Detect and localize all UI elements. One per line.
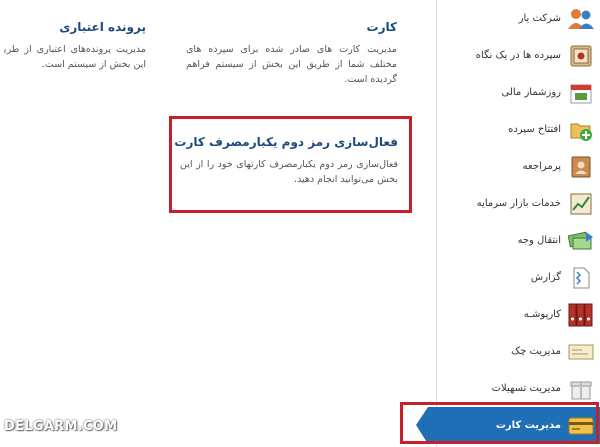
watermark: DELGARM.COM (4, 419, 118, 434)
credit-file-section: پرونده اعتباری مدیریت پرونده‌های اعتباری… (4, 20, 146, 72)
sidebar-item-label: سپرده ها در یک نگاه (475, 50, 561, 61)
safe-icon (567, 42, 594, 69)
card-section-desc: مدیریت کارت های صادر شده برای سپرده های … (186, 44, 397, 85)
sidebar-item-deposits-overview[interactable]: سپرده ها در یک نگاه (436, 37, 600, 74)
sidebar-item-company-yar[interactable]: شرکت یار (436, 0, 600, 37)
sidebar-item-label: روزشمار مالی (501, 87, 562, 98)
sidebar-item-financial-calendar[interactable]: روزشمار مالی (436, 74, 600, 111)
sidebar: شرکت یار سپرده ها در یک نگاه روزشمار مال… (416, 0, 600, 447)
sidebar-item-open-deposit[interactable]: افتتاح سپرده (436, 111, 600, 148)
sidebar-item-portfolio[interactable]: کارپوشـه (436, 296, 600, 333)
sidebar-item-label: کارپوشـه (523, 309, 561, 320)
otp-highlight-frame (169, 116, 412, 213)
sidebar-item-label: افتتاح سپرده (508, 124, 561, 135)
credit-file-desc: مدیریت پرونده‌های اعتباری از طریق این بخ… (4, 44, 146, 70)
check-icon (567, 338, 594, 365)
contact-card-icon (567, 153, 594, 180)
sidebar-item-label: مدیریت چک (511, 346, 561, 357)
sidebar-item-label: شرکت یار (518, 13, 561, 24)
credit-file-title[interactable]: پرونده اعتباری (4, 20, 146, 34)
sidebar-item-money-transfer[interactable]: انتقال وجه (436, 222, 600, 259)
sidebar-item-capital-market[interactable]: خدمات بازار سرمایه (436, 185, 600, 222)
gift-box-icon (567, 375, 594, 402)
stock-chart-icon (567, 190, 594, 217)
sidebar-item-report[interactable]: گزارش (436, 259, 600, 296)
binders-icon (567, 301, 594, 328)
sidebar-item-label: انتقال وجه (517, 235, 561, 246)
money-transfer-icon (567, 227, 594, 254)
sidebar-item-label: گزارش (530, 272, 561, 283)
calendar-icon (567, 79, 594, 106)
card-section: کارت مدیریت کارت های صادر شده برای سپرده… (186, 20, 397, 87)
sidebar-item-label: پرمراجعه (522, 161, 561, 172)
sidebar-item-label: مدیریت تسهیلات (491, 383, 561, 394)
users-icon (567, 5, 594, 32)
add-folder-icon (567, 116, 594, 143)
sidebar-item-frequent[interactable]: پرمراجعه (436, 148, 600, 185)
card-management-highlight-frame (400, 402, 599, 444)
card-section-title[interactable]: کارت (186, 20, 397, 34)
sidebar-item-label: خدمات بازار سرمایه (476, 198, 561, 209)
sidebar-item-check-management[interactable]: مدیریت چک (436, 333, 600, 370)
report-icon (567, 264, 594, 291)
